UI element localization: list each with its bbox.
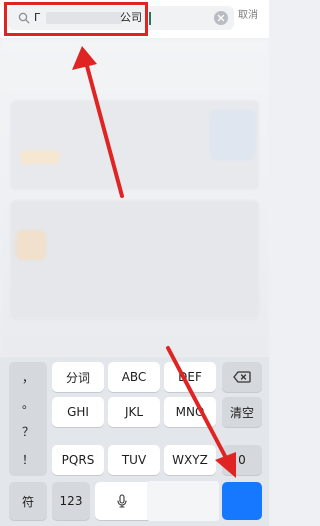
- key-ghi[interactable]: GHI: [52, 397, 104, 427]
- text-caret: [149, 12, 151, 25]
- t9-keyboard: ， 。 ？ ！ 分词 ABC DEF GHI JKL MNO 清空 PQRS T…: [0, 357, 269, 526]
- clear-icon[interactable]: [214, 11, 228, 25]
- key-def[interactable]: DEF: [164, 362, 216, 392]
- key-pqrs[interactable]: PQRS: [52, 445, 104, 475]
- symbol-key[interactable]: 符: [9, 482, 47, 520]
- search-header: Г 公司 取消: [0, 0, 269, 38]
- search-submit-key[interactable]: [222, 482, 262, 520]
- number-key[interactable]: 123: [52, 482, 90, 520]
- key-mno[interactable]: MNO: [164, 397, 216, 427]
- punct-key[interactable]: ！: [12, 447, 44, 471]
- key-tuv[interactable]: TUV: [108, 445, 160, 475]
- search-input[interactable]: Г 公司: [8, 6, 234, 30]
- backspace-icon: [233, 371, 251, 383]
- clear-key[interactable]: 清空: [222, 397, 262, 427]
- search-query-prefix: Г: [34, 11, 41, 24]
- redacted-area: [147, 481, 219, 521]
- search-query-suffix: 公司: [120, 11, 142, 24]
- backspace-key[interactable]: [222, 362, 262, 392]
- zero-key[interactable]: 0: [222, 445, 262, 475]
- key-fenci[interactable]: 分词: [52, 362, 104, 392]
- mic-icon: [117, 494, 127, 508]
- punct-key[interactable]: ？: [12, 419, 44, 443]
- punct-key[interactable]: ，: [12, 365, 44, 389]
- key-wxyz[interactable]: WXYZ: [164, 445, 216, 475]
- key-abc[interactable]: ABC: [108, 362, 160, 392]
- blurred-page-content: [0, 40, 269, 358]
- cancel-button[interactable]: 取消: [238, 8, 258, 24]
- search-icon: [18, 12, 30, 24]
- redacted-query-mask: [46, 12, 122, 24]
- punct-key[interactable]: 。: [12, 391, 44, 415]
- key-jkl[interactable]: JKL: [108, 397, 160, 427]
